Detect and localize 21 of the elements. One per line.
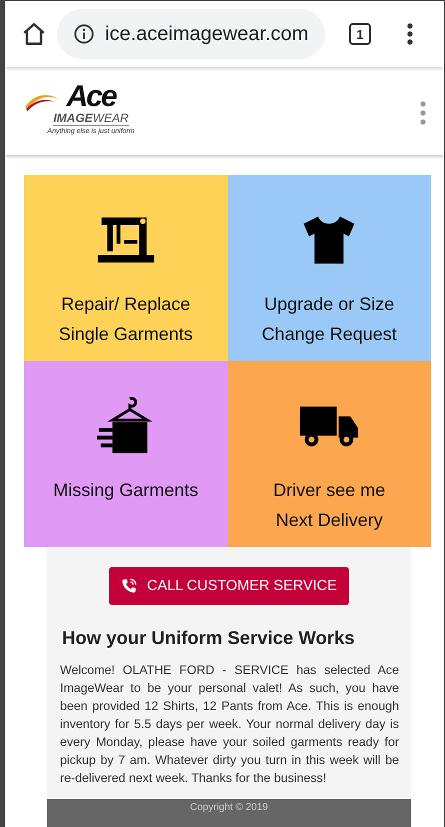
- address-bar[interactable]: ice.aceimagewear.com: [57, 9, 325, 59]
- tile-label: Upgrade or Size Change Request: [260, 293, 398, 346]
- call-customer-service-button[interactable]: CALL CUSTOMER SERVICE: [109, 567, 349, 605]
- service-tile[interactable]: Driver see me Next Delivery: [228, 361, 431, 547]
- phone-icon: [121, 578, 138, 594]
- home-icon[interactable]: [21, 21, 47, 47]
- service-tile[interactable]: Upgrade or Size Change Request: [228, 175, 431, 361]
- logo-wordmark: Ace: [66, 83, 116, 111]
- tile-label: Driver see me Next Delivery: [272, 479, 386, 532]
- copyright-text: Copyright © 2019: [190, 802, 268, 815]
- service-description: Welcome! OLATHE FORD - SERVICE has selected Ace ImageWear to be your personal valet! As such, you have been provided 12 Shirts, 12 Pants from Ace. This is enough inventory for 5.5 days per week. Your normal delivery day is every Monday, please have your soiled garments ready for pickup by 7 am. Whatever dirty you turn in this week will be re-delivered next week. Thanks for the business!: [60, 662, 399, 787]
- info-icon[interactable]: [73, 23, 95, 45]
- tile-label: Missing Garments: [52, 479, 200, 502]
- tab-count-button[interactable]: 1: [349, 23, 371, 45]
- service-tile[interactable]: Repair/ Replace Single Garments: [24, 175, 228, 361]
- tile-label: Repair/ Replace Single Garments: [58, 293, 194, 346]
- section-heading: How your Uniform Service Works: [62, 627, 356, 649]
- menu-icon[interactable]: [407, 22, 413, 46]
- url-text: ice.aceimagewear.com: [105, 22, 308, 46]
- logo-brand: IMAGEWEAR: [53, 111, 129, 126]
- service-tile[interactable]: Missing Garments: [24, 361, 228, 547]
